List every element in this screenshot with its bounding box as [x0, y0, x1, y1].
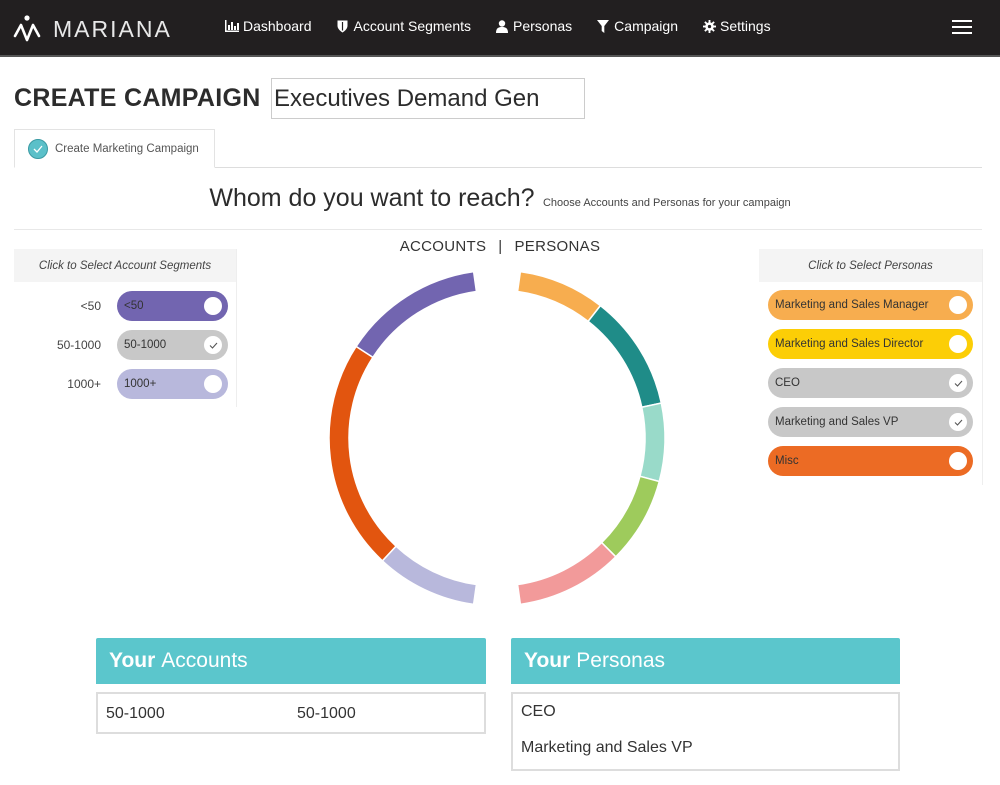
nav-personas[interactable]: Personas	[495, 18, 572, 34]
toggle-knob-icon	[949, 452, 967, 470]
header-rest: Accounts	[161, 649, 248, 672]
segment-pill-label: 50-1000	[124, 339, 167, 351]
account-value: 50-1000	[297, 705, 356, 722]
nav-label: Account Segments	[353, 18, 472, 34]
tab-create-marketing-campaign[interactable]: Create Marketing Campaign	[14, 129, 215, 168]
donut-slice-personas-unlabeled-segment-mint[interactable]	[639, 402, 666, 483]
donut-slice-personas-unlabeled-segment-pink[interactable]	[516, 541, 617, 606]
checkmark-icon	[949, 413, 967, 431]
personas-panel: Click to Select Personas Marketing and S…	[759, 249, 983, 485]
nav-settings[interactable]: Settings	[702, 18, 771, 34]
segment-row: 1000+ 1000+	[14, 369, 237, 399]
donut-slice-accounts-50[interactable]	[355, 270, 478, 359]
your-accounts-header: Your Accounts	[96, 638, 486, 684]
checkmark-icon	[204, 336, 222, 354]
segment-label: 50-1000	[56, 338, 101, 352]
personas-toggle[interactable]: PERSONAS	[515, 238, 601, 255]
segment-pill-label: 1000+	[124, 378, 157, 390]
account-segments-panel: Click to Select Account Segments <50 <50…	[14, 249, 237, 407]
tab-label: Create Marketing Campaign	[55, 142, 199, 155]
toggle-knob-icon	[949, 335, 967, 353]
brand-logo[interactable]: MARIANA	[13, 14, 172, 44]
donut-slice-accounts-unlabeled-segment-red-orange[interactable]	[328, 345, 398, 562]
your-personas-header: Your Personas	[511, 638, 900, 684]
accounts-personas-donut-chart	[328, 270, 666, 606]
toggle-knob-icon	[204, 375, 222, 393]
persona-toggle-marketing-sales-vp[interactable]: Marketing and Sales VP	[768, 407, 973, 437]
brand-name: MARIANA	[53, 15, 172, 42]
top-navbar: MARIANA Dashboard Account Segments Perso…	[0, 0, 1000, 57]
shield-icon	[336, 19, 350, 33]
your-accounts-panel: Your Accounts 50-1000 50-1000	[96, 638, 486, 734]
section-heading: Whom do you want to reach? Choose Accoun…	[0, 184, 1000, 213]
bar-chart-icon	[225, 19, 239, 33]
nav-label: Dashboard	[243, 18, 312, 34]
account-value: 50-1000	[106, 705, 165, 722]
persona-label: Misc	[775, 455, 799, 467]
nav-label: Settings	[720, 18, 771, 34]
donut-slice-personas-marketing-and-sales-manager[interactable]	[516, 270, 602, 323]
persona-label: CEO	[775, 377, 800, 389]
nav-campaign[interactable]: Campaign	[596, 18, 678, 34]
filter-icon	[596, 19, 610, 33]
donut-slice-personas-unlabeled-segment-green[interactable]	[600, 475, 661, 558]
segment-toggle-1000plus[interactable]: 1000+	[117, 369, 228, 399]
persona-label: Marketing and Sales VP	[775, 416, 899, 428]
segment-row: <50 <50	[14, 291, 237, 321]
checkmark-icon	[949, 374, 967, 392]
nav-label: Personas	[513, 18, 573, 34]
segment-label: 1000+	[67, 377, 101, 391]
nav-account-segments[interactable]: Account Segments	[336, 18, 472, 34]
toggle-knob-icon	[204, 297, 222, 315]
header-rest: Personas	[576, 649, 665, 672]
nav-dashboard[interactable]: Dashboard	[225, 18, 312, 34]
persona-toggle-ceo[interactable]: CEO	[768, 368, 973, 398]
question-subtitle: Choose Accounts and Personas for your ca…	[542, 197, 791, 209]
question-title: Whom do you want to reach?	[209, 184, 535, 212]
campaign-name-input[interactable]	[271, 78, 585, 119]
donut-slice-accounts-1000[interactable]	[381, 545, 478, 606]
donut-slice-personas-unlabeled-segment-teal[interactable]	[587, 304, 663, 409]
segment-label: <50	[80, 299, 101, 313]
segment-row: 50-1000 50-1000	[14, 330, 237, 360]
page-title: CREATE CAMPAIGN	[14, 84, 261, 112]
your-personas-panel: Your Personas CEO Marketing and Sales VP	[511, 638, 900, 771]
check-circle-icon	[28, 138, 48, 159]
your-personas-list: CEO Marketing and Sales VP	[511, 692, 900, 771]
your-accounts-list: 50-1000 50-1000	[96, 692, 486, 734]
persona-label: Marketing and Sales Manager	[775, 299, 929, 311]
accounts-toggle[interactable]: ACCOUNTS	[400, 238, 487, 255]
step-tabs: Create Marketing Campaign	[14, 129, 982, 168]
nav-label: Campaign	[614, 18, 678, 34]
mariana-logo-icon	[13, 15, 41, 42]
persona-toggle-misc[interactable]: Misc	[768, 446, 973, 476]
persona-value: Marketing and Sales VP	[521, 739, 693, 756]
gear-icon	[702, 19, 716, 33]
persona-value: CEO	[521, 703, 556, 720]
persona-label: Marketing and Sales Director	[775, 338, 924, 350]
account-segments-header: Click to Select Account Segments	[14, 249, 236, 282]
toggle-separator: |	[498, 238, 503, 255]
segment-toggle-50-1000[interactable]: 50-1000	[117, 330, 228, 360]
persona-toggle-marketing-sales-manager[interactable]: Marketing and Sales Manager	[768, 290, 973, 320]
segment-toggle-lt50[interactable]: <50	[117, 291, 228, 321]
divider	[14, 229, 982, 230]
user-icon	[495, 19, 509, 33]
toggle-knob-icon	[949, 296, 967, 314]
personas-header: Click to Select Personas	[759, 249, 982, 282]
hamburger-icon[interactable]	[952, 20, 972, 36]
header-bold: Your	[109, 649, 156, 672]
header-bold: Your	[524, 649, 571, 672]
persona-toggle-marketing-sales-director[interactable]: Marketing and Sales Director	[768, 329, 973, 359]
segment-pill-label: <50	[124, 300, 144, 312]
